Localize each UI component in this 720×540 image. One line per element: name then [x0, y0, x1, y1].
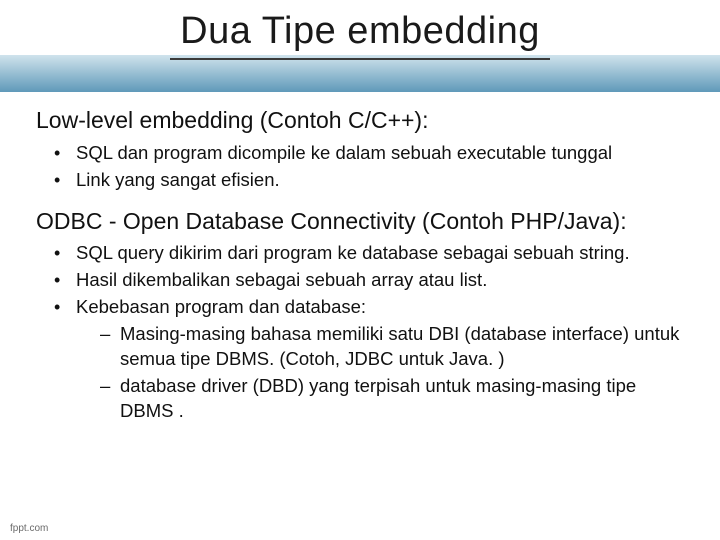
- list-item: SQL query dikirim dari program ke databa…: [54, 241, 684, 266]
- section1-heading: Low-level embedding (Contoh C/C++):: [36, 106, 684, 135]
- list-item-text: Kebebasan program dan database:: [76, 296, 366, 317]
- footer-credit: fppt.com: [10, 523, 48, 534]
- section2-heading: ODBC - Open Database Connectivity (Conto…: [36, 207, 684, 236]
- section2-list: SQL query dikirim dari program ke databa…: [36, 241, 684, 424]
- slide-title: Dua Tipe embedding: [0, 10, 720, 53]
- title-header: Dua Tipe embedding: [0, 0, 720, 92]
- sublist-item: database driver (DBD) yang terpisah untu…: [100, 374, 684, 424]
- list-item: Link yang sangat efisien.: [54, 168, 684, 193]
- section1-list: SQL dan program dicompile ke dalam sebua…: [36, 141, 684, 193]
- list-item: SQL dan program dicompile ke dalam sebua…: [54, 141, 684, 166]
- list-item: Kebebasan program dan database: Masing-m…: [54, 295, 684, 424]
- section2-sublist: Masing-masing bahasa memiliki satu DBI (…: [76, 322, 684, 424]
- title-underline: [170, 58, 550, 60]
- slide-content: Low-level embedding (Contoh C/C++): SQL …: [0, 92, 720, 424]
- list-item: Hasil dikembalikan sebagai sebuah array …: [54, 268, 684, 293]
- sublist-item: Masing-masing bahasa memiliki satu DBI (…: [100, 322, 684, 372]
